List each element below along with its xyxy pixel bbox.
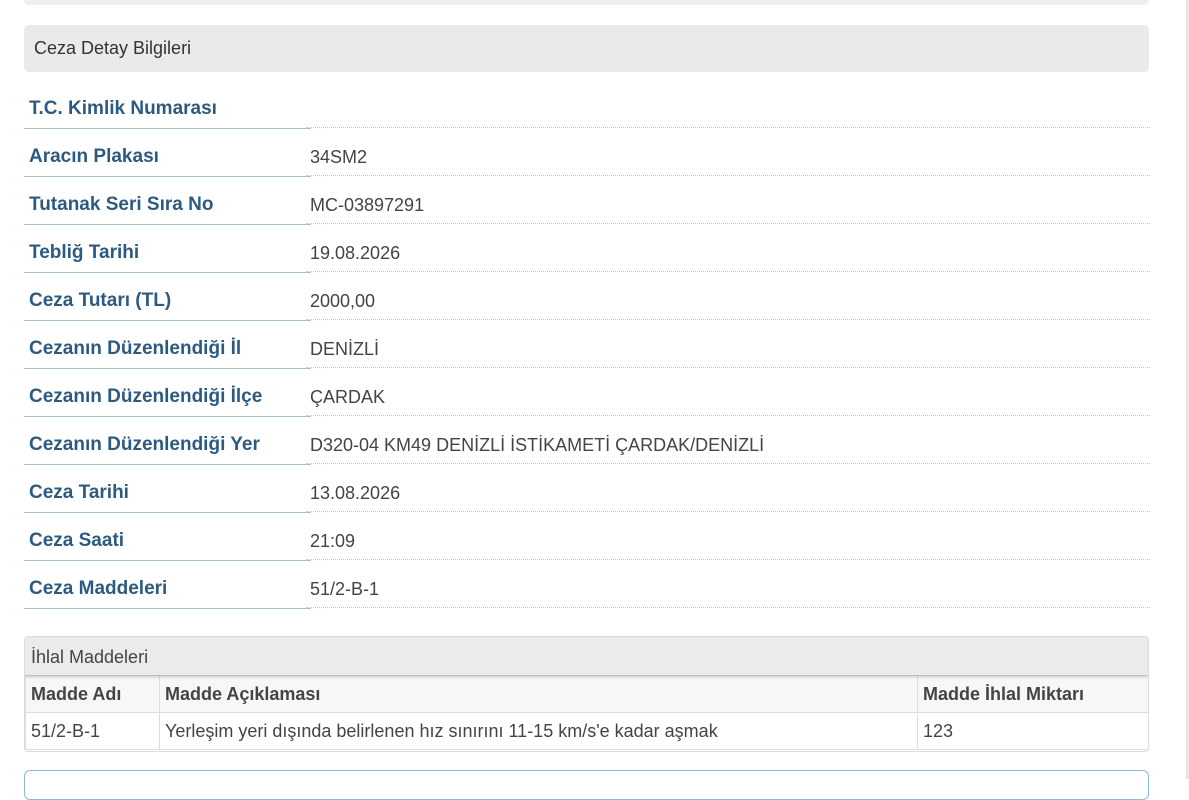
cell-ihlal-miktari: 123 xyxy=(917,712,1148,750)
detail-value: 19.08.2026 xyxy=(306,229,1150,272)
detail-row-ceza-tarihi: Ceza Tarihi 13.08.2026 xyxy=(24,469,1150,517)
detail-label: Aracın Plakası xyxy=(24,133,311,177)
section-header: Ceza Detay Bilgileri xyxy=(24,25,1149,72)
detail-label: Cezanın Düzenlendiği İlçe xyxy=(24,373,311,417)
detail-value: 21:09 xyxy=(306,517,1150,560)
detail-row-ceza-tutari: Ceza Tutarı (TL) 2000,00 xyxy=(24,277,1150,325)
detail-row-ilce: Cezanın Düzenlendiği İlçe ÇARDAK xyxy=(24,373,1150,421)
cell-madde-aciklamasi: Yerleşim yeri dışında belirlenen hız sın… xyxy=(159,712,918,750)
detail-label: Cezanın Düzenlendiği İl xyxy=(24,325,311,369)
detail-label: Ceza Tarihi xyxy=(24,469,311,513)
detail-row-il: Cezanın Düzenlendiği İl DENİZLİ xyxy=(24,325,1150,373)
detail-row-ceza-maddeleri: Ceza Maddeleri 51/2-B-1 xyxy=(24,565,1150,613)
cell-madde-adi: 51/2-B-1 xyxy=(25,712,160,750)
next-section-edge xyxy=(24,770,1149,800)
detail-value xyxy=(306,85,1150,128)
detail-value: D320-04 KM49 DENİZLİ İSTİKAMETİ ÇARDAK/D… xyxy=(306,421,1150,464)
detail-value: 34SM2 xyxy=(306,133,1150,176)
detail-row-yer: Cezanın Düzenlendiği Yer D320-04 KM49 DE… xyxy=(24,421,1150,469)
detail-row-ceza-saati: Ceza Saati 21:09 xyxy=(24,517,1150,565)
detail-label: Tutanak Seri Sıra No xyxy=(24,181,311,225)
detail-row-plaka: Aracın Plakası 34SM2 xyxy=(24,133,1150,181)
detail-label: T.C. Kimlik Numarası xyxy=(24,85,311,129)
violations-table: Madde Adı Madde Açıklaması Madde İhlal M… xyxy=(25,675,1148,750)
detail-value: 51/2-B-1 xyxy=(306,565,1150,608)
table-row: 51/2-B-1 Yerleşim yeri dışında belirlene… xyxy=(25,712,1148,750)
detail-label: Ceza Tutarı (TL) xyxy=(24,277,311,321)
violations-title: İhlal Maddeleri xyxy=(25,637,1148,675)
detail-label: Ceza Maddeleri xyxy=(24,565,311,609)
detail-row-tutanak-no: Tutanak Seri Sıra No MC-03897291 xyxy=(24,181,1150,229)
column-header-madde-aciklamasi: Madde Açıklaması xyxy=(159,675,918,713)
detail-label: Cezanın Düzenlendiği Yer xyxy=(24,421,311,465)
detail-label: Tebliğ Tarihi xyxy=(24,229,311,273)
table-header-row: Madde Adı Madde Açıklaması Madde İhlal M… xyxy=(25,675,1148,713)
detail-value: 13.08.2026 xyxy=(306,469,1150,512)
detail-value: ÇARDAK xyxy=(306,373,1150,416)
detail-value: 2000,00 xyxy=(306,277,1150,320)
fine-detail-list: T.C. Kimlik Numarası Aracın Plakası 34SM… xyxy=(24,85,1150,613)
detail-value: MC-03897291 xyxy=(306,181,1150,224)
violations-panel: İhlal Maddeleri Madde Adı Madde Açıklama… xyxy=(24,636,1149,752)
detail-row-teblig-tarihi: Tebliğ Tarihi 19.08.2026 xyxy=(24,229,1150,277)
detail-label: Ceza Saati xyxy=(24,517,311,561)
column-header-madde-adi: Madde Adı xyxy=(25,675,160,713)
previous-section-edge xyxy=(24,0,1149,5)
column-header-ihlal-miktari: Madde İhlal Miktarı xyxy=(917,675,1148,713)
section-title: Ceza Detay Bilgileri xyxy=(34,38,192,58)
detail-row-tc-kimlik: T.C. Kimlik Numarası xyxy=(24,85,1150,133)
detail-value: DENİZLİ xyxy=(306,325,1150,368)
